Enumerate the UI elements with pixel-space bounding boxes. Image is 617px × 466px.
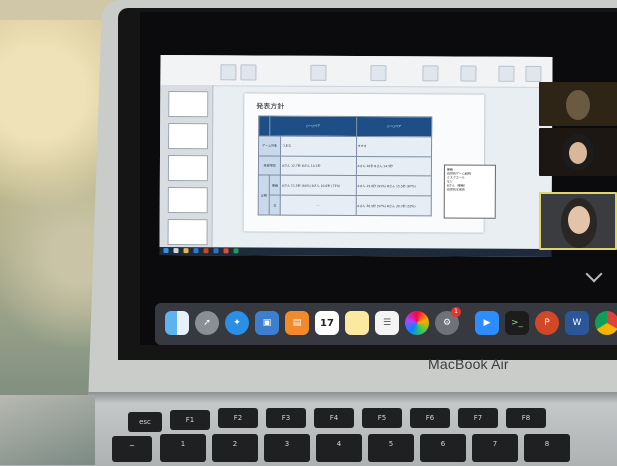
ribbon-button[interactable] [370,65,387,82]
ribbon-button[interactable] [498,65,515,82]
books-icon[interactable]: ▤ [285,311,309,335]
slide-thumbnail[interactable] [167,187,208,214]
safari-icon[interactable]: ✦ [225,311,249,335]
participant-video-tile[interactable] [539,82,617,126]
slide-table: ○ー○ペア ○ー○ペア ゲーム対象 つまむ すすき 発音時間 Aさん 12.7秒… [258,115,433,216]
powerpoint-icon[interactable] [203,248,209,254]
shared-presentation: 発表方針 ○ー○ペア ○ー○ペア ゲーム対象 つまむ すすき 発音時間 Aさん … [159,54,553,258]
table-cell: つまむ [280,135,357,157]
edge-icon[interactable] [193,248,199,254]
chrome-icon[interactable] [595,311,617,335]
keyboard-key[interactable]: F5 [362,408,402,428]
ribbon-button[interactable] [460,65,477,82]
background-desk [0,395,95,465]
keyboard-key[interactable]: 3 [264,434,310,462]
ribbon-button[interactable] [310,64,327,81]
keyboard-key[interactable]: ~ [112,436,152,462]
laptop-hinge [88,392,617,404]
active-speaker-tile[interactable] [539,192,617,250]
app-ribbon [160,54,553,89]
laptop-screen: 発表方針 ○ー○ペア ○ー○ペア ゲーム対象 つまむ すすき 発音時間 Aさん … [140,12,617,345]
system-preferences-icon[interactable]: ⚙ 1 [435,307,461,335]
keyboard-key[interactable]: 8 [524,434,570,462]
preview-icon[interactable]: ▣ [255,311,279,335]
slide-thumbnail[interactable] [168,91,209,118]
participant-video-tile[interactable] [539,128,617,176]
ribbon-button[interactable] [525,65,542,82]
table-cell: Aさん 12.7秒 Bさん 14.1秒 [280,155,357,176]
keyboard-key[interactable]: F8 [506,408,546,428]
keyboard-key[interactable]: F6 [410,408,450,428]
table-cell: Aさん 36.5秒 (57%) Bさん 30.7秒 (53%) [355,195,432,216]
chevron-down-icon[interactable] [585,265,603,283]
search-icon[interactable] [173,248,179,254]
app-icon[interactable] [233,248,239,254]
macos-dock: ➚ ✦ ▣ ▤ 17 ☰ ⚙ 1 ▶ >_ P W [155,303,617,345]
launchpad-icon[interactable]: ➚ [195,311,219,335]
finder-icon[interactable] [165,311,189,335]
keyboard-key[interactable]: esc [128,412,162,432]
keyboard-key[interactable]: F3 [266,408,306,428]
windows-start-icon[interactable] [163,247,169,254]
calendar-icon[interactable]: 17 [315,311,339,335]
keyboard-key[interactable]: 1 [160,434,206,462]
row-label: ゲーム対象 [258,135,281,156]
reminders-icon[interactable]: ☰ [375,311,399,335]
zoom-icon[interactable]: ▶ [475,311,499,335]
participant-silhouette [566,90,590,120]
table-header: ○ー○ペア [269,116,357,137]
keyboard-key[interactable]: 5 [368,434,414,462]
table-cell: Aさん 16秒 Bさん 14.5秒 [355,156,432,177]
keyboard-key[interactable]: 7 [472,434,518,462]
slide-thumbnail[interactable] [168,123,209,150]
slide-title: 発表方針 [256,102,285,111]
participant-face [568,206,590,234]
calendar-date: 17 [320,317,334,329]
slide-thumbnails-panel [159,84,214,248]
folder-icon[interactable] [183,248,189,254]
row-label: 発音時間 [258,155,281,176]
windows-taskbar [159,246,552,258]
terminal-icon[interactable]: >_ [505,311,529,335]
slide-thumbnail[interactable] [167,155,209,182]
row-sublabel: 単語 [269,175,281,196]
row-label: 正解 [258,175,270,216]
current-slide: 発表方針 ○ー○ペア ○ー○ペア ゲーム対象 つまむ すすき 発音時間 Aさん … [243,93,496,233]
keyboard-key[interactable]: F1 [170,410,210,430]
powerpoint-icon[interactable]: P [535,311,559,335]
word-icon[interactable] [213,248,219,254]
brand-label: MacBook Air [428,356,509,372]
table-cell: すすき [356,136,432,157]
table-header [258,115,270,136]
keyboard-key[interactable]: F2 [218,408,258,428]
notification-badge: 1 [451,307,461,317]
keyboard-key[interactable]: F4 [314,408,354,428]
keyboard-key[interactable]: 2 [212,434,258,462]
keyboard-key[interactable]: 4 [316,434,362,462]
table-cell: Aさん 15.6秒 (91%) Bさん 15.5秒 (87%) [355,175,432,197]
slide-callout: 単語 自然的ゲーム説明 ミスクエール など Bさん（単語） 自然的な発音 [443,164,496,219]
ribbon-button[interactable] [220,64,237,81]
row-sublabel: 文 [269,195,281,216]
notes-icon[interactable] [345,311,369,335]
ribbon-button[interactable] [240,64,257,81]
keyboard-key[interactable]: F7 [458,408,498,428]
slide-thumbnail[interactable] [167,219,208,246]
table-cell: Aさん 11.5秒 (64%) Bさん 10.6秒 (73%) [280,175,356,196]
keyboard-key[interactable]: 6 [420,434,466,462]
table-cell: — [280,195,356,216]
table-header: ○ー○ペア [356,116,432,137]
word-icon[interactable]: W [565,311,589,335]
photos-icon[interactable] [405,311,429,335]
callout-line: 自然的な発音 [446,187,465,192]
participant-face [569,142,587,164]
ribbon-button[interactable] [422,65,439,82]
app-icon[interactable] [223,248,229,254]
